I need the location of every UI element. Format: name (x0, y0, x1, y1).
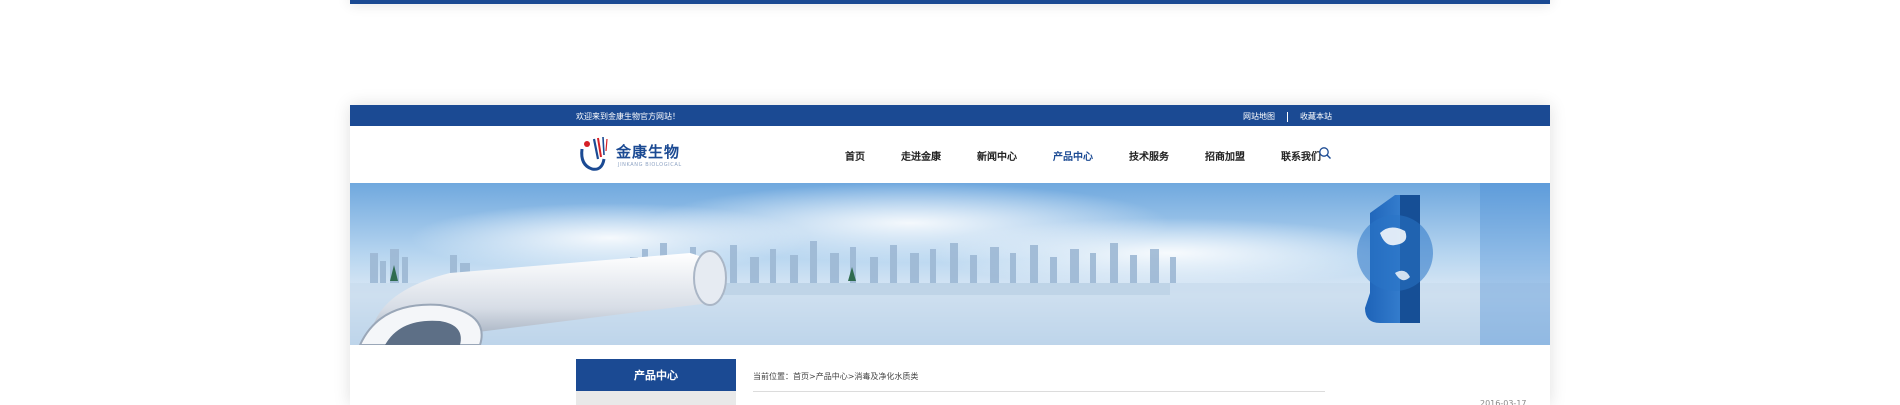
logo-name: 金康生物 (616, 143, 681, 161)
site-header: 金康生物 JINKANG BIOLOGICAL 首页 走进金康 新闻中心 产品中心 技术… (350, 126, 1550, 183)
welcome-text: 欢迎来到金康生物官方网站！ (576, 112, 680, 121)
nav-item-2[interactable]: 新闻中心 (977, 148, 1017, 163)
nav-item-0[interactable]: 首页 (845, 148, 865, 163)
previous-page-card (350, 0, 1550, 4)
sidebar-subnav (576, 391, 736, 405)
nav-item-1[interactable]: 走进金康 (901, 148, 941, 163)
logo-name-en: JINKANG BIOLOGICAL (618, 162, 682, 168)
top-link-divider (1287, 111, 1288, 122)
sitemap-link[interactable]: 网站地图 (1243, 111, 1275, 122)
sidebar-title: 产品中心 (576, 359, 736, 391)
previous-page-bottom-bar (350, 0, 1550, 4)
logo-mark-icon (580, 136, 608, 171)
content-area: 产品中心 当前位置：首页>产品中心>消毒及净化水质类 2016-03-17 (350, 345, 1550, 405)
main-nav: 首页 走进金康 新闻中心 产品中心 技术服务 招商加盟 联系我们 (845, 148, 1357, 163)
hero-banner (350, 183, 1550, 345)
breadcrumb: 当前位置：首页>产品中心>消毒及净化水质类 (753, 372, 919, 381)
search-icon[interactable] (1318, 146, 1332, 160)
nav-item-5[interactable]: 招商加盟 (1205, 148, 1245, 163)
content-divider (753, 391, 1325, 392)
banner-illustration (350, 183, 1550, 345)
nav-item-4[interactable]: 技术服务 (1129, 148, 1169, 163)
site-logo[interactable]: 金康生物 JINKANG BIOLOGICAL (576, 135, 696, 173)
nav-item-3[interactable]: 产品中心 (1053, 148, 1093, 163)
top-links: 网站地图 收藏本站 (1243, 111, 1332, 122)
page-mockup-card: 欢迎来到金康生物官方网站！ 网站地图 收藏本站 金康生物 JINKANG BIO… (350, 105, 1550, 405)
top-bar: 欢迎来到金康生物官方网站！ 网站地图 收藏本站 (350, 105, 1550, 126)
nav-item-6[interactable]: 联系我们 (1281, 148, 1321, 163)
bookmark-link[interactable]: 收藏本站 (1300, 111, 1332, 122)
